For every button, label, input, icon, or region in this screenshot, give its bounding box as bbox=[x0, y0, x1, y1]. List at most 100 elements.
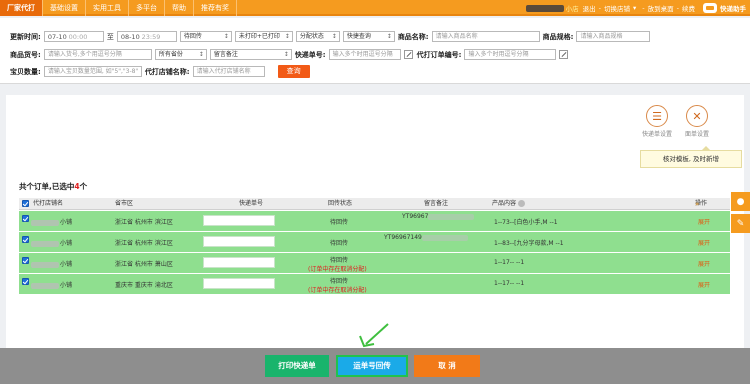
row-status: 待回传 bbox=[330, 278, 349, 285]
top-user-menu: 小店 退出 - 切换店铺 ▾ - 放到桌面 - 续费 快递助手 bbox=[525, 0, 750, 16]
expand-link[interactable]: 展开 bbox=[698, 280, 710, 289]
remark-select[interactable]: 留言备注 bbox=[209, 49, 292, 60]
end-date: 08-10 bbox=[120, 33, 140, 41]
table-row[interactable]: 小铺 浙江省 杭州市 滨江区 待回传 YT96967 1--73--[白色小手,… bbox=[19, 211, 730, 232]
shop-redacted bbox=[31, 282, 59, 289]
nav-basic-settings[interactable]: 基础设置 bbox=[43, 0, 86, 16]
return-waybill-button[interactable]: 运单号回传 bbox=[336, 355, 408, 377]
shop-redacted bbox=[31, 240, 59, 247]
filter-row-2: 商品货号: 请输入货号,多个用逗号分隔 所有省份 留言备注 快递单号: 输入多个… bbox=[10, 48, 572, 61]
quick-query-select[interactable]: 快捷查询 bbox=[342, 31, 395, 42]
express-no-field[interactable] bbox=[203, 257, 275, 268]
remark-text: YT96967149 bbox=[384, 234, 422, 241]
edit-express-icon[interactable] bbox=[403, 50, 413, 59]
col-remark: 留言备注 bbox=[424, 200, 449, 207]
col-express-no: 快递单号 bbox=[239, 200, 264, 207]
print-status-select[interactable]: 未打印+已打印 bbox=[234, 31, 293, 42]
gear-icon[interactable] bbox=[518, 200, 526, 207]
logout-link[interactable]: 退出 bbox=[583, 3, 596, 13]
end-datetime-input[interactable]: 08-10 23:59 bbox=[116, 31, 177, 42]
col-content: 产品内容 bbox=[492, 198, 526, 210]
shop-name: 小店 bbox=[565, 5, 579, 13]
remark-text: YT96967 bbox=[402, 213, 429, 220]
row-remark: YT96967 bbox=[402, 213, 475, 220]
brand-name: 快递助手 bbox=[720, 5, 746, 13]
to-label: 至 bbox=[106, 32, 114, 41]
order-summary: 共个订单,已选中4个 bbox=[19, 181, 87, 192]
nav-multi-platform[interactable]: 多平台 bbox=[129, 0, 165, 16]
product-spec-label: 商品规格: bbox=[542, 32, 574, 41]
express-settings-label: 快递单设置 bbox=[641, 131, 672, 138]
expand-link[interactable]: 展开 bbox=[698, 217, 710, 226]
mail-settings-label: 面单设置 bbox=[684, 131, 709, 138]
province-select[interactable]: 所有省份 bbox=[154, 49, 207, 60]
separator: - bbox=[598, 4, 602, 12]
row-content: 1--17-- --1 bbox=[494, 280, 525, 287]
order-no-input[interactable]: 输入多个时用逗号分隔 bbox=[464, 49, 557, 60]
table-row[interactable]: 小铺 重庆市 重庆市 渝北区 待回传 (订单中存在取消分配) 1--17-- -… bbox=[19, 274, 730, 295]
nav-help[interactable]: 帮助 bbox=[165, 0, 194, 16]
row-checkbox[interactable] bbox=[22, 236, 29, 243]
cancel-button[interactable]: 取 消 bbox=[414, 355, 480, 377]
separator: - bbox=[642, 4, 645, 12]
express-no-label: 快递单号: bbox=[294, 50, 326, 59]
query-button[interactable]: 查询 bbox=[277, 65, 310, 78]
print-express-button[interactable]: 打印快递单 bbox=[265, 355, 329, 377]
row-region: 重庆市 重庆市 渝北区 bbox=[115, 282, 173, 289]
table-row[interactable]: 小铺 浙江省 杭州市 滨江区 待回传 YT96967149 1--83--[九分… bbox=[19, 232, 730, 253]
separator: - bbox=[676, 4, 679, 12]
expand-link[interactable]: 展开 bbox=[698, 259, 710, 268]
shop-filter-label: 代打店铺名称: bbox=[144, 67, 190, 76]
switch-shop-link[interactable]: 切换店铺 bbox=[604, 3, 630, 13]
product-no-input[interactable]: 请输入货号,多个用逗号分隔 bbox=[43, 49, 152, 60]
expand-link[interactable]: 展开 bbox=[698, 238, 710, 247]
order-no-label: 代打订单编号: bbox=[416, 50, 462, 59]
nav-tools[interactable]: 实用工具 bbox=[86, 0, 129, 16]
express-no-input[interactable]: 输入多个时用逗号分隔 bbox=[328, 49, 401, 60]
row-content: 1--83--[九分字母款,M --1 bbox=[494, 240, 564, 247]
row-remark: YT96967149 bbox=[384, 234, 468, 241]
product-no-label: 商品货号: bbox=[10, 50, 41, 59]
collapse-chevron-icon[interactable]: » bbox=[695, 200, 699, 208]
row-status: 待回传 bbox=[330, 240, 349, 247]
nav-factory-print[interactable]: 厂家代打 bbox=[0, 0, 43, 16]
mail-settings-tool[interactable]: ✕ 面单设置 bbox=[681, 105, 713, 138]
row-checkbox[interactable] bbox=[22, 257, 29, 264]
express-no-field[interactable] bbox=[203, 236, 275, 247]
return-status-select[interactable]: 待回传 bbox=[179, 31, 232, 42]
col-shop: 代打店铺名 bbox=[33, 200, 64, 207]
row-shop: 小铺 bbox=[31, 280, 72, 289]
dropdown-icon: ▾ bbox=[633, 4, 637, 12]
alloc-status-select[interactable]: 分配状态 bbox=[295, 31, 340, 42]
row-shop: 小铺 bbox=[31, 217, 72, 226]
feedback-icon[interactable]: ✎ bbox=[731, 214, 750, 233]
table-row[interactable]: 小铺 浙江省 杭州市 萧山区 待回传 (订单中存在取消分配) 1--17-- -… bbox=[19, 253, 730, 274]
row-region: 浙江省 杭州市 萧山区 bbox=[115, 261, 173, 268]
row-shop: 小铺 bbox=[31, 238, 72, 247]
product-spec-input[interactable]: 请输入商品规格 bbox=[576, 31, 651, 42]
shop-suffix: 小铺 bbox=[60, 240, 73, 247]
express-settings-tool[interactable]: ☰ 快递单设置 bbox=[641, 105, 673, 138]
row-checkbox[interactable] bbox=[22, 215, 29, 222]
row-warning: (订单中存在取消分配) bbox=[308, 287, 367, 294]
shop-redacted bbox=[31, 219, 59, 226]
shop-filter-input[interactable]: 请输入代打店铺名称 bbox=[192, 66, 265, 77]
express-no-field[interactable] bbox=[203, 278, 275, 289]
desktop-link[interactable]: 放到桌面 bbox=[648, 3, 674, 13]
start-time: 00:00 bbox=[68, 33, 88, 41]
edit-order-icon[interactable] bbox=[559, 50, 569, 59]
product-name-input[interactable]: 请输入商品名称 bbox=[431, 31, 540, 42]
nav-referral[interactable]: 推荐有奖 bbox=[194, 0, 237, 16]
shop-suffix: 小铺 bbox=[60, 261, 73, 268]
row-region: 浙江省 杭州市 滨江区 bbox=[115, 240, 173, 247]
row-status: 待回传 bbox=[330, 219, 349, 226]
product-name-label: 商品名称: bbox=[397, 32, 429, 41]
start-datetime-input[interactable]: 07-10 00:00 bbox=[43, 31, 104, 42]
qty-input[interactable]: 请输入宝贝数量范围, 如"5","3-8" bbox=[43, 66, 142, 77]
chat-icon[interactable]: ● bbox=[731, 192, 750, 211]
renew-link[interactable]: 续费 bbox=[682, 3, 695, 13]
remark-redacted bbox=[421, 234, 468, 241]
express-no-field[interactable] bbox=[203, 215, 275, 226]
select-all-checkbox[interactable] bbox=[22, 200, 29, 207]
row-checkbox[interactable] bbox=[22, 278, 29, 285]
